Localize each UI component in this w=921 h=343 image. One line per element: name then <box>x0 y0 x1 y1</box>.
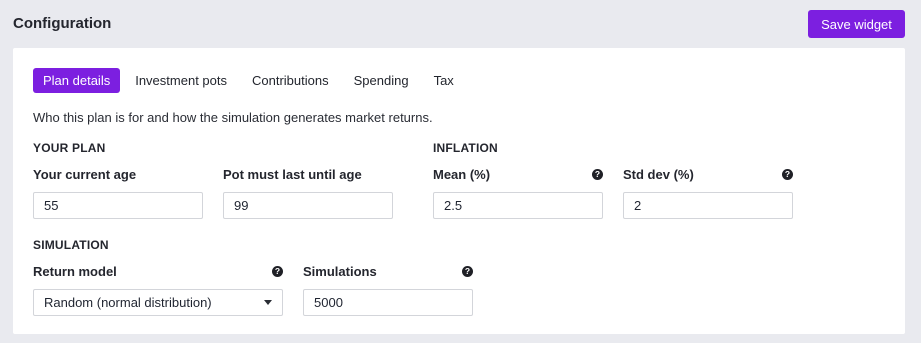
inflation-mean-label: Mean (%) <box>433 166 491 182</box>
configuration-card: Plan details Investment pots Contributio… <box>13 48 905 334</box>
simulations-label: Simulations <box>303 263 377 279</box>
return-model-value: Random (normal distribution) <box>44 295 212 310</box>
inflation-std-dev-field: Std dev (%) ? <box>623 166 793 219</box>
simulations-field: Simulations ? <box>303 263 473 316</box>
page-title: Configuration <box>13 15 112 32</box>
simulations-input[interactable] <box>303 289 473 316</box>
help-icon[interactable]: ? <box>272 265 283 277</box>
tab-plan-details[interactable]: Plan details <box>33 68 121 93</box>
tab-bar: Plan details Investment pots Contributio… <box>33 68 469 93</box>
last-until-age-label: Pot must last until age <box>223 166 362 182</box>
last-until-age-input[interactable] <box>223 192 393 219</box>
your-plan-heading: YOUR PLAN <box>33 141 106 155</box>
tab-spending[interactable]: Spending <box>344 68 419 93</box>
save-widget-button[interactable]: Save widget <box>808 10 905 38</box>
simulation-heading: SIMULATION <box>33 238 109 252</box>
return-model-label: Return model <box>33 263 117 279</box>
inflation-std-dev-input[interactable] <box>623 192 793 219</box>
inflation-heading: INFLATION <box>433 141 498 155</box>
current-age-label: Your current age <box>33 166 137 182</box>
inflation-mean-field: Mean (%) ? <box>433 166 603 219</box>
tab-contributions[interactable]: Contributions <box>242 68 339 93</box>
intro-text: Who this plan is for and how the simulat… <box>33 110 433 125</box>
current-age-input[interactable] <box>33 192 203 219</box>
help-icon[interactable]: ? <box>462 265 473 277</box>
last-until-age-field: Pot must last until age <box>223 166 393 219</box>
current-age-field: Your current age <box>33 166 203 219</box>
help-icon[interactable]: ? <box>782 168 793 180</box>
inflation-mean-input[interactable] <box>433 192 603 219</box>
chevron-down-icon <box>264 300 272 305</box>
inflation-std-dev-label: Std dev (%) <box>623 166 694 182</box>
return-model-field: Return model ? Random (normal distributi… <box>33 263 283 316</box>
return-model-select[interactable]: Random (normal distribution) <box>33 289 283 316</box>
help-icon[interactable]: ? <box>592 168 603 180</box>
tab-tax[interactable]: Tax <box>424 68 464 93</box>
tab-investment-pots[interactable]: Investment pots <box>125 68 237 93</box>
